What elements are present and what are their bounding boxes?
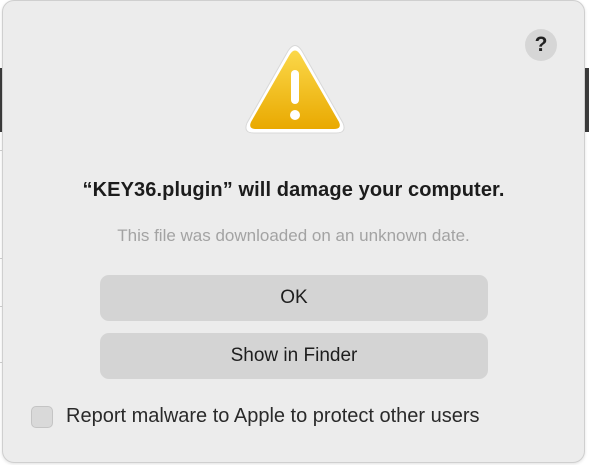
report-malware-label[interactable]: Report malware to Apple to protect other… [66, 405, 480, 428]
dialog-subtitle: This file was downloaded on an unknown d… [117, 226, 470, 245]
malware-alert-dialog: ? “KEY36.plugin” will damage your comput… [2, 0, 585, 463]
show-in-finder-button[interactable]: Show in Finder [100, 333, 488, 379]
help-button[interactable]: ? [525, 29, 557, 61]
report-malware-checkbox[interactable] [31, 405, 53, 428]
report-malware-row[interactable]: Report malware to Apple to protect other… [31, 405, 480, 428]
warning-triangle-icon [245, 45, 345, 134]
dialog-title: “KEY36.plugin” will damage your computer… [82, 179, 505, 201]
ok-button[interactable]: OK [100, 275, 488, 321]
